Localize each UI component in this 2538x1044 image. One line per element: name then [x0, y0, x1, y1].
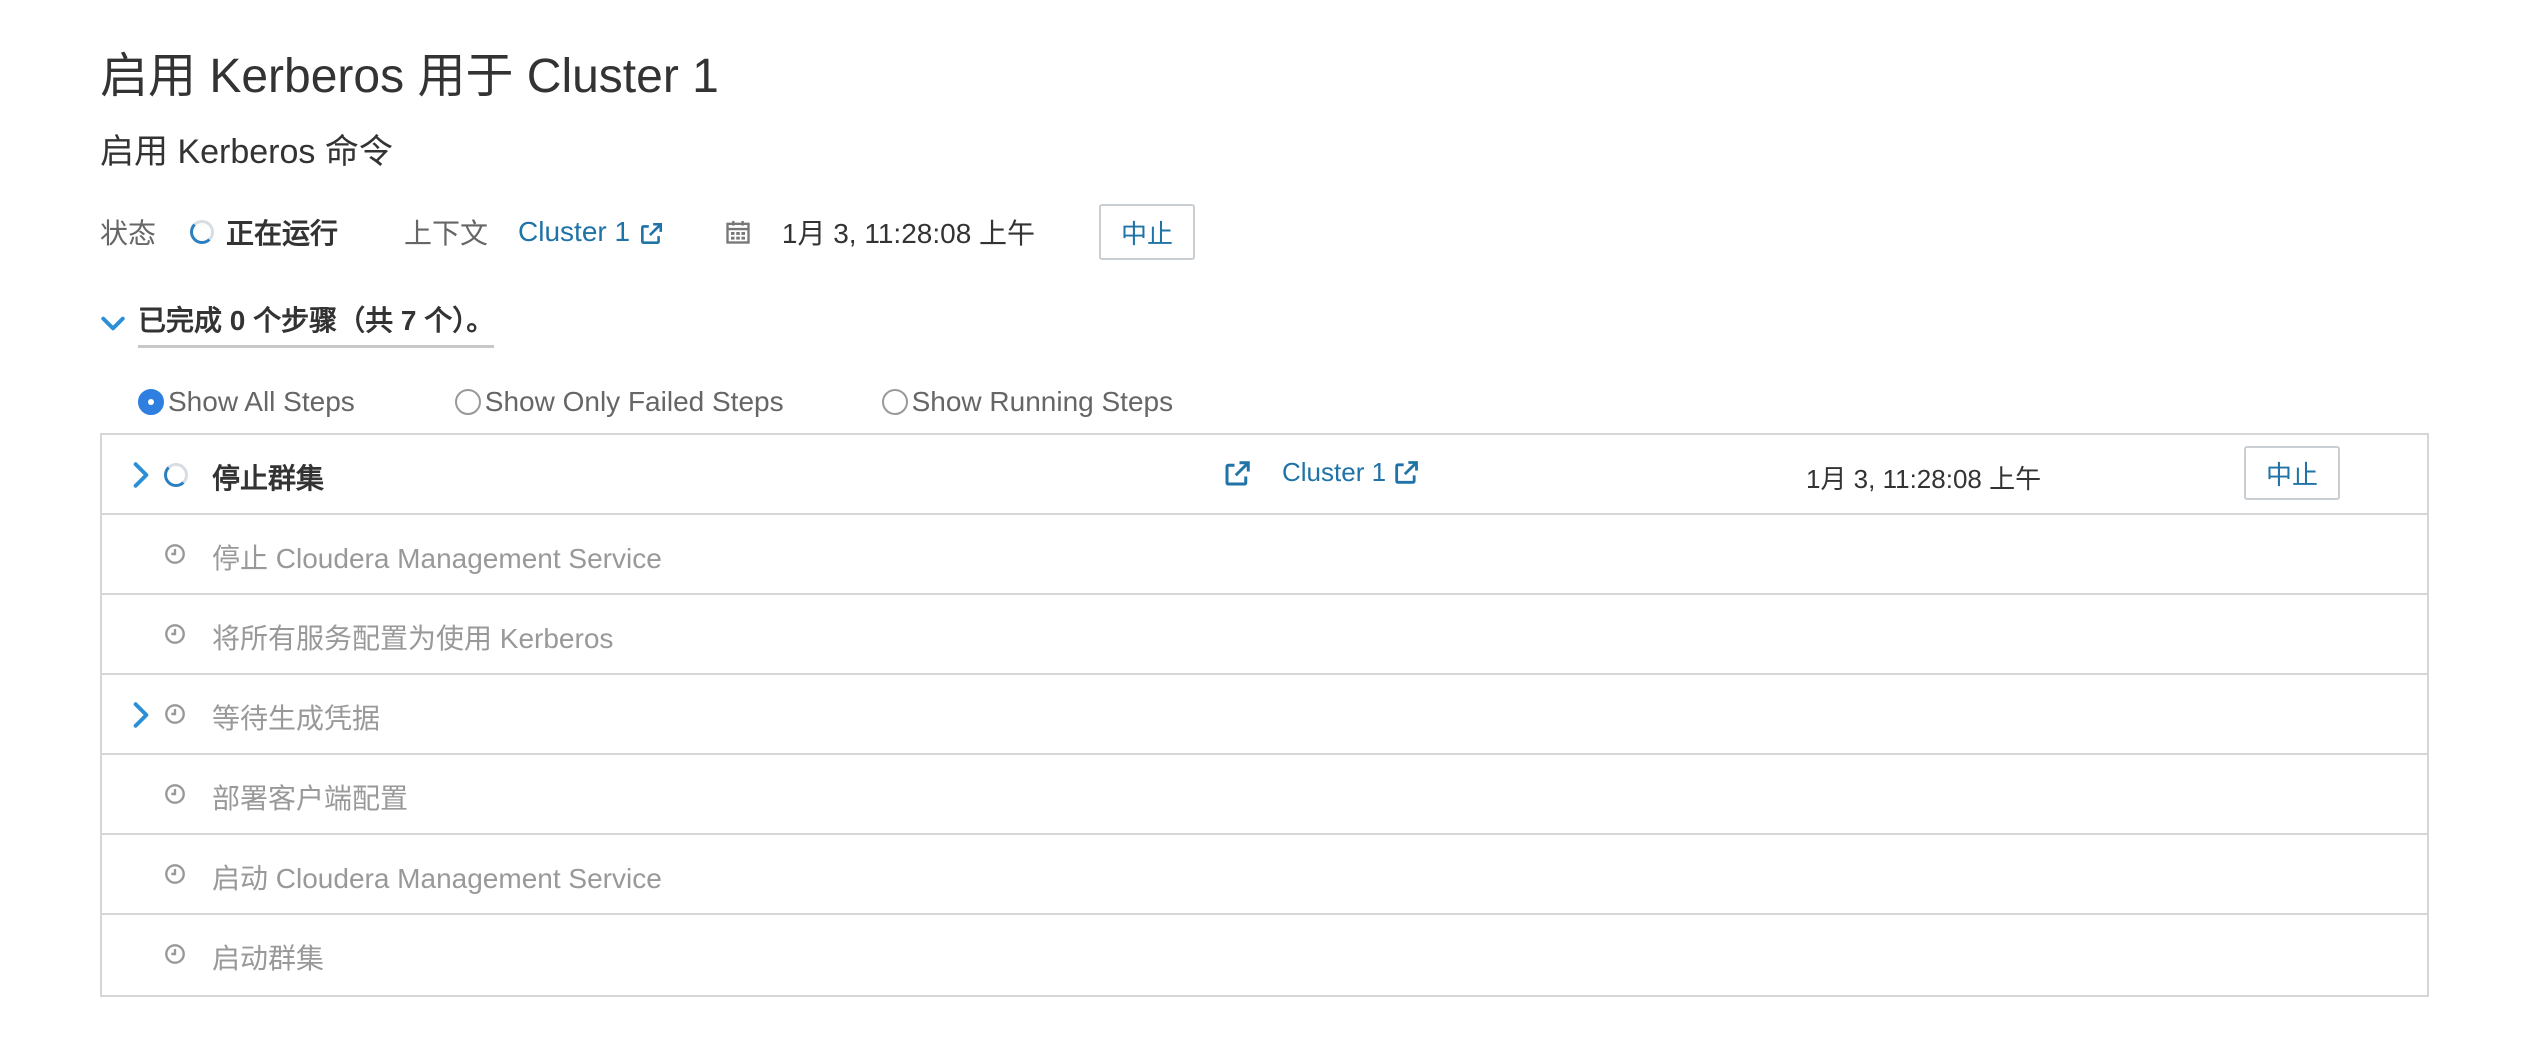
step-cluster-link-label: Cluster 1 [1282, 457, 1387, 487]
clock-icon [165, 544, 185, 564]
filter-show-running-steps[interactable]: Show Running Steps [881, 386, 1174, 418]
external-link-icon[interactable] [1222, 459, 1252, 489]
filter-label: Show Only Failed Steps [484, 386, 784, 417]
external-link-icon [1395, 460, 1418, 484]
step-label: 启动 Cloudera Management Service [212, 863, 662, 894]
step-label: 启动群集 [212, 943, 325, 974]
radio-show-running-steps[interactable] [881, 389, 908, 415]
chevron-down-icon [101, 316, 125, 331]
step-row: 等待生成凭据 [102, 675, 2427, 755]
chevron-right-icon[interactable] [130, 461, 152, 489]
step-row: 启动群集 [102, 915, 2427, 995]
context-cluster-link[interactable]: Cluster 1 [518, 216, 664, 248]
filter-show-all-steps[interactable]: Show All Steps [138, 386, 355, 418]
chevron-right-icon[interactable] [130, 701, 152, 729]
status-value: 正在运行 [226, 218, 339, 249]
abort-button[interactable]: 中止 [1099, 204, 1196, 260]
external-link-icon [640, 222, 662, 244]
clock-icon [165, 784, 185, 804]
page-title: 启用 Kerberos 用于 Cluster 1 [100, 50, 719, 103]
steps-progress-toggle[interactable]: 已完成 0 个步骤（共 7 个）。 [100, 299, 495, 348]
step-row: 将所有服务配置为使用 Kerberos [102, 595, 2427, 675]
filter-show-failed-steps[interactable]: Show Only Failed Steps [454, 386, 784, 418]
step-filter-group: Show All Steps Show Only Failed Steps Sh… [138, 382, 1173, 422]
step-row: 停止 Cloudera Management Service [102, 515, 2427, 595]
progress-summary: 已完成 0 个步骤（共 7 个）。 [138, 299, 495, 348]
status-label: 状态 [100, 218, 157, 249]
step-label: 停止 Cloudera Management Service [212, 543, 662, 574]
clock-icon [165, 944, 185, 964]
step-abort-button[interactable]: 中止 [2244, 446, 2340, 500]
context-cluster-link-label: Cluster 1 [518, 216, 631, 247]
step-label: 部署客户端配置 [212, 783, 409, 814]
spinner-icon [164, 463, 188, 487]
radio-show-all-steps[interactable] [138, 389, 164, 415]
clock-icon [165, 624, 185, 644]
command-timestamp: 1月 3, 11:28:08 上午 [781, 218, 1036, 249]
status-bar: 状态 正在运行 上下文 Cluster 1 1月 3, 11:28:08 上午 … [100, 204, 1196, 260]
filter-label: Show Running Steps [911, 386, 1174, 417]
radio-show-failed-steps[interactable] [454, 389, 481, 415]
spinner-icon [190, 220, 215, 244]
clock-icon [165, 704, 185, 724]
command-title: 启用 Kerberos 命令 [100, 133, 393, 171]
step-timestamp: 1月 3, 11:28:08 上午 [1806, 464, 2042, 494]
step-label: 将所有服务配置为使用 Kerberos [212, 623, 614, 654]
context-label: 上下文 [404, 218, 489, 249]
clock-icon [165, 864, 185, 884]
calendar-icon [726, 220, 750, 244]
step-cluster-link[interactable]: Cluster 1 [1282, 457, 1420, 488]
step-row: 启动 Cloudera Management Service [102, 835, 2427, 915]
filter-label: Show All Steps [168, 386, 355, 417]
step-row: 部署客户端配置 [102, 755, 2427, 835]
step-row: 停止群集 Cluster 1 1月 3, 11:28:08 上午 中止 [102, 435, 2427, 515]
steps-table: 停止群集 Cluster 1 1月 3, 11:28:08 上午 中止 停止 C… [100, 433, 2429, 997]
step-label: 停止群集 [212, 463, 325, 494]
step-label: 等待生成凭据 [212, 703, 381, 734]
